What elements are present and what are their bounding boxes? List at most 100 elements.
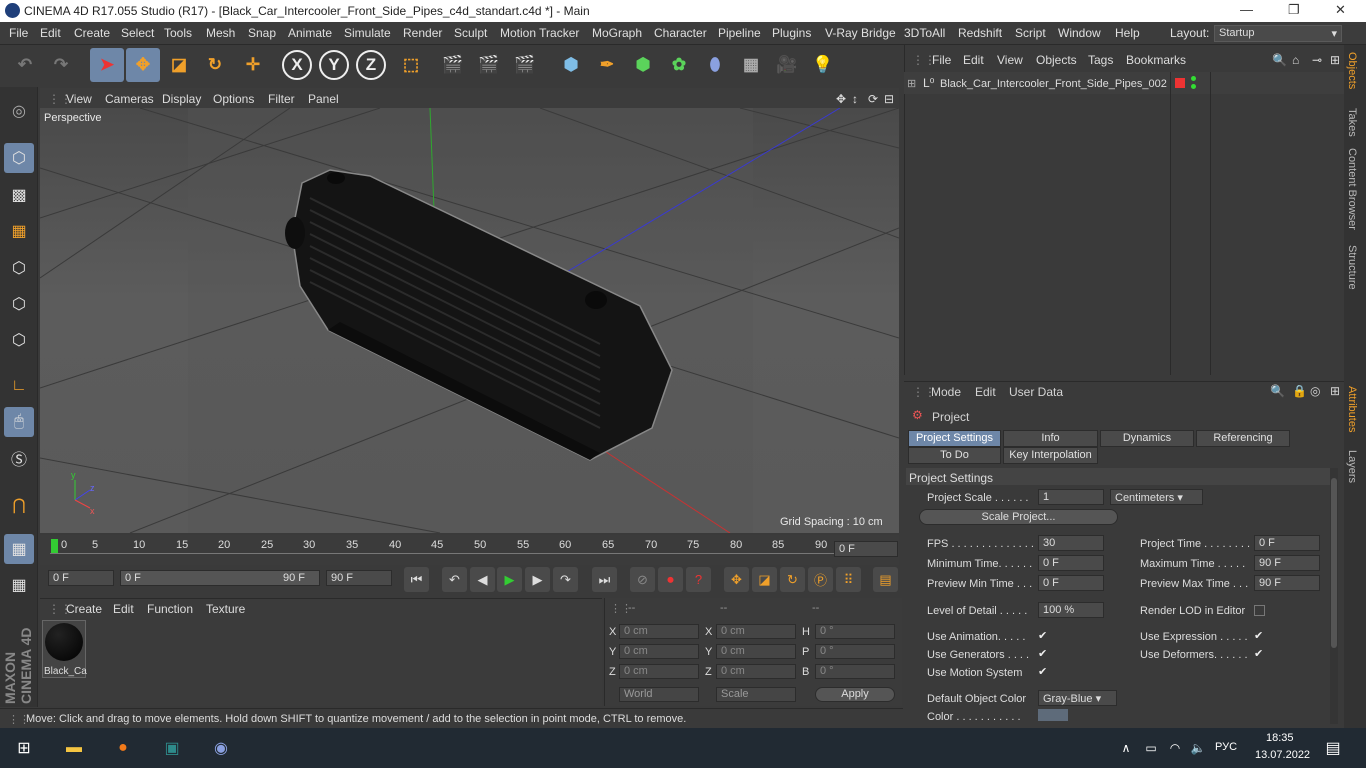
fps-field[interactable]: 30 <box>1038 535 1104 551</box>
perspective-viewport[interactable]: y z x <box>40 108 899 533</box>
clock-time[interactable]: 18:35 <box>1266 732 1294 744</box>
cube-object-icon[interactable]: ⬢ <box>554 48 588 82</box>
material-thumbnail[interactable]: Black_Ca <box>42 620 87 678</box>
layout-dropdown[interactable]: Startup ▾ <box>1214 25 1342 42</box>
max-time-field[interactable]: 90 F <box>1254 555 1320 571</box>
mat-menu-create[interactable]: Create <box>66 602 102 616</box>
key-rotation-icon[interactable]: ↻ <box>780 567 805 592</box>
texture-mode-icon[interactable]: ▩ <box>4 180 34 210</box>
default-color-dropdown[interactable]: Gray-Blue ▾ <box>1038 690 1117 706</box>
tab-takes[interactable]: Takes <box>1346 108 1358 137</box>
menu-create[interactable]: Create <box>74 26 110 40</box>
attr-menu-user-data[interactable]: User Data <box>1009 385 1063 399</box>
clock-date[interactable]: 13.07.2022 <box>1255 749 1310 761</box>
menu-vray-bridge[interactable]: V-Ray Bridge <box>825 26 896 40</box>
workplane-lock-icon[interactable]: ▦ <box>4 534 34 564</box>
zoom-icon[interactable]: ↕ <box>852 92 858 106</box>
viewport-menu-display[interactable]: Display <box>162 92 201 106</box>
language-indicator[interactable]: РУС <box>1215 741 1237 753</box>
render-settings-icon[interactable]: 🎬 <box>508 48 542 82</box>
live-selection-icon[interactable]: ➤ <box>90 48 124 82</box>
objects-menu-tags[interactable]: Tags <box>1088 53 1113 67</box>
color-swatch[interactable] <box>1038 709 1068 721</box>
redo-icon[interactable]: ↷ <box>44 48 78 82</box>
menu-render[interactable]: Render <box>403 26 442 40</box>
key-parameter-icon[interactable]: Ⓟ <box>808 567 833 592</box>
autokey-icon[interactable]: ⏺ <box>658 567 683 592</box>
rotate-tool-icon[interactable]: ↻ <box>198 48 232 82</box>
keyframe-selection-icon[interactable]: ? <box>686 567 711 592</box>
record-keys-icon[interactable]: ⊘ <box>630 567 655 592</box>
menu-edit[interactable]: Edit <box>40 26 61 40</box>
coord-pos-y-field[interactable]: 0 cm <box>619 644 699 659</box>
object-item-name[interactable]: Black_Car_Intercooler_Front_Side_Pipes_0… <box>940 78 1167 90</box>
project-time-field[interactable]: 0 F <box>1254 535 1320 551</box>
menu-mograph[interactable]: MoGraph <box>592 26 642 40</box>
planar-workplane-icon[interactable]: ▦ <box>4 570 34 600</box>
tab-key-interpolation[interactable]: Key Interpolation <box>1003 447 1098 464</box>
menu-sculpt[interactable]: Sculpt <box>454 26 487 40</box>
attr-menu-edit[interactable]: Edit <box>975 385 996 399</box>
pen-spline-icon[interactable]: ✒ <box>590 48 624 82</box>
use-generators-checkbox[interactable]: ✔ <box>1038 649 1049 660</box>
orbit-icon[interactable]: ⟳ <box>868 92 878 106</box>
render-picture-viewer-icon[interactable]: 🎬 <box>472 48 506 82</box>
tab-dynamics[interactable]: Dynamics <box>1100 430 1194 447</box>
min-time-field[interactable]: 0 F <box>1038 555 1104 571</box>
firefox-icon[interactable]: ● <box>111 736 135 760</box>
magnet-icon[interactable]: ⋂ <box>4 490 34 520</box>
coord-pos-x-field[interactable]: 0 cm <box>619 624 699 639</box>
next-key-icon[interactable]: ↷ <box>553 567 578 592</box>
chevron-up-icon[interactable]: ∧ <box>1114 736 1138 760</box>
menu-tools[interactable]: Tools <box>164 26 192 40</box>
make-editable-icon[interactable]: ◎ <box>4 96 34 126</box>
notifications-icon[interactable]: ▤ <box>1321 736 1345 760</box>
x-axis-lock-button[interactable]: X <box>282 50 312 80</box>
expand-icon[interactable]: ⊞ <box>1330 53 1340 67</box>
go-to-start-icon[interactable]: ⏮ <box>404 567 429 592</box>
menu-script[interactable]: Script <box>1015 26 1046 40</box>
menu-mesh[interactable]: Mesh <box>206 26 235 40</box>
tab-attributes[interactable]: Attributes <box>1346 386 1358 432</box>
menu-character[interactable]: Character <box>654 26 707 40</box>
timeline-window-icon[interactable]: ▤ <box>873 567 898 592</box>
subdivision-icon[interactable]: ⬢ <box>626 48 660 82</box>
viewport-menu-options[interactable]: Options <box>213 92 254 106</box>
menu-3dtoall[interactable]: 3DToAll <box>904 26 945 40</box>
viewport-menu-view[interactable]: View <box>66 92 92 106</box>
objects-menu-objects[interactable]: Objects <box>1036 53 1077 67</box>
menu-snap[interactable]: Snap <box>248 26 276 40</box>
search-icon[interactable]: 🔍 <box>1272 53 1287 67</box>
preview-min-field[interactable]: 0 F <box>1038 575 1104 591</box>
snap-icon[interactable]: Ⓢ <box>4 443 34 473</box>
tweak-mode-icon[interactable]: 🖱 <box>4 407 34 437</box>
range-slider[interactable]: 0 F 90 F <box>120 570 320 586</box>
layer-color-tag[interactable] <box>1175 78 1185 88</box>
tab-to-do[interactable]: To Do <box>908 447 1001 464</box>
use-motion-checkbox[interactable]: ✔ <box>1038 667 1049 678</box>
tab-content-browser[interactable]: Content Browser <box>1346 148 1358 230</box>
undo-icon[interactable]: ↶ <box>8 48 42 82</box>
points-mode-icon[interactable]: ⬡ <box>4 253 34 283</box>
current-frame-field[interactable]: 0 F <box>834 541 898 557</box>
axis-mode-icon[interactable]: ∟ <box>4 371 34 401</box>
scale-tool-icon[interactable]: ◪ <box>162 48 196 82</box>
objects-menu-view[interactable]: View <box>997 53 1023 67</box>
menu-redshift[interactable]: Redshift <box>958 26 1002 40</box>
tab-structure[interactable]: Structure <box>1346 245 1358 290</box>
scale-project-button[interactable]: Scale Project... <box>919 509 1118 525</box>
mat-menu-edit[interactable]: Edit <box>113 602 134 616</box>
menu-pipeline[interactable]: Pipeline <box>718 26 761 40</box>
lod-field[interactable]: 100 % <box>1038 602 1104 618</box>
windows-start-icon[interactable]: ⊞ <box>12 736 36 760</box>
previous-key-icon[interactable]: ↶ <box>442 567 467 592</box>
editor-visibility-dot[interactable] <box>1191 76 1196 81</box>
key-position-icon[interactable]: ✥ <box>724 567 749 592</box>
attr-scrollbar-thumb[interactable] <box>1331 478 1337 648</box>
restore-button[interactable]: ❐ <box>1288 2 1300 18</box>
home-icon[interactable]: ⌂ <box>1292 53 1299 67</box>
tab-project-settings[interactable]: Project Settings <box>908 430 1001 447</box>
volume-icon[interactable]: 🔈 <box>1186 736 1210 760</box>
mat-menu-function[interactable]: Function <box>147 602 193 616</box>
attr-menu-mode[interactable]: Mode <box>931 385 961 399</box>
